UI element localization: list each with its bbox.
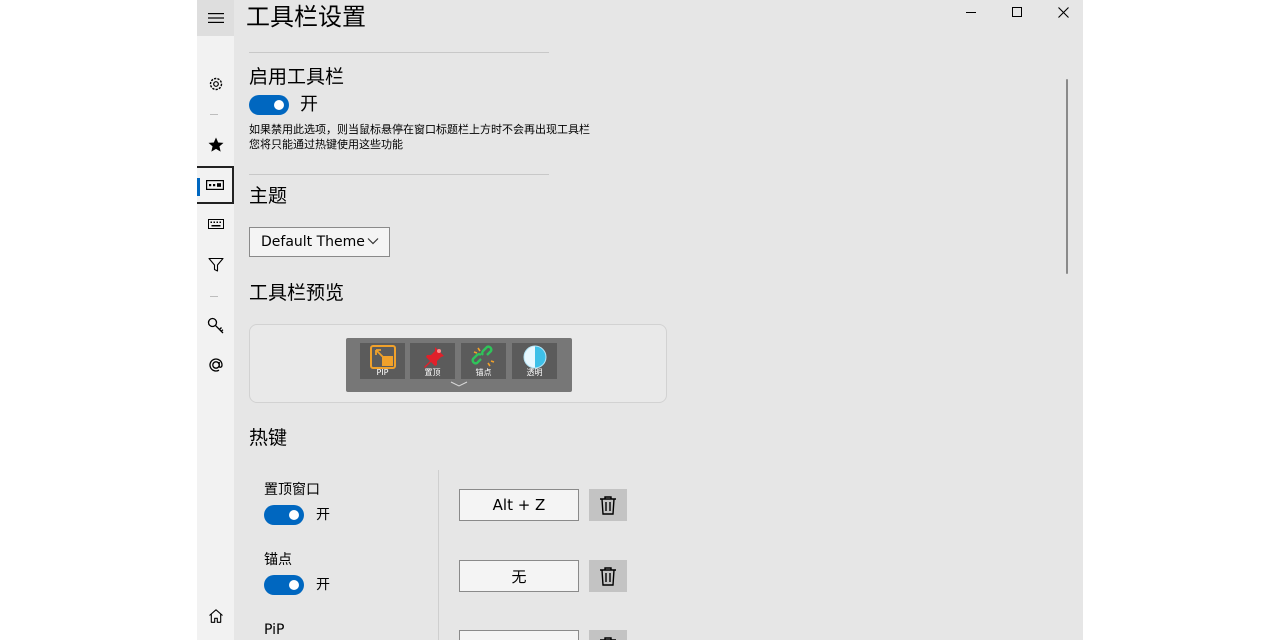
toolbar-pin-button[interactable]: 置顶	[410, 343, 455, 379]
home-icon	[208, 609, 223, 623]
maximize-icon	[1012, 7, 1022, 17]
hotkey-pip-input[interactable]	[459, 630, 579, 640]
close-button[interactable]	[1040, 0, 1083, 24]
toolbar-anchor-button[interactable]: 锚点	[461, 343, 506, 379]
key-icon	[207, 317, 223, 334]
theme-heading: 主题	[249, 185, 288, 207]
enable-toolbar-description: 您将只能通过热键使用这些功能	[249, 138, 403, 151]
toolbar-anchor-label: 锚点	[475, 368, 492, 377]
nav-separator	[210, 296, 218, 297]
preview-heading: 工具栏预览	[249, 282, 345, 304]
chevron-down-icon[interactable]	[450, 381, 468, 387]
minimize-button[interactable]	[948, 0, 994, 24]
anchor-link-icon	[471, 345, 494, 367]
transparency-icon	[523, 345, 546, 369]
section-divider	[249, 52, 549, 53]
hotkey-pin-delete-button[interactable]	[589, 489, 627, 521]
hotkey-pip-delete-button[interactable]	[589, 630, 627, 640]
nav-item-favorites[interactable]	[197, 126, 234, 164]
hotkey-pin-toggle[interactable]	[264, 505, 304, 525]
hotkey-name: PiP	[264, 622, 285, 638]
chevron-down-icon	[367, 238, 379, 245]
nav-item-general[interactable]	[197, 65, 234, 103]
gear-icon	[209, 77, 222, 91]
section-divider	[249, 174, 549, 175]
hotkeys-column-divider	[438, 470, 439, 640]
star-icon	[208, 137, 223, 152]
toolbar-pip-label: PIP	[376, 368, 389, 377]
enable-toolbar-state: 开	[300, 94, 318, 115]
toolbar-transparency-label: 透明	[526, 368, 543, 377]
enable-toolbar-heading: 启用工具栏	[249, 66, 345, 88]
nav-menu-button[interactable]	[197, 0, 234, 36]
keyboard-icon	[207, 219, 224, 229]
maximize-button[interactable]	[994, 0, 1040, 24]
nav-rail	[197, 0, 234, 640]
nav-item-filters[interactable]	[197, 246, 234, 284]
nav-item-toolbar[interactable]	[197, 166, 234, 204]
hamburger-menu-icon	[207, 13, 224, 23]
at-icon	[208, 358, 223, 372]
nav-item-about[interactable]	[197, 346, 234, 384]
nav-item-hotkeys[interactable]	[197, 205, 234, 243]
hotkey-state: 开	[316, 577, 330, 593]
toolbar-icon	[205, 180, 224, 190]
nav-item-license[interactable]	[197, 307, 234, 345]
pip-icon	[369, 345, 396, 369]
toolbar-preview: PIP 置顶 锚点 透明	[346, 338, 572, 392]
pin-icon	[423, 347, 444, 368]
close-icon	[1057, 6, 1069, 18]
hotkey-state: 开	[316, 507, 330, 523]
hotkey-name: 锚点	[264, 552, 292, 568]
scrollbar[interactable]	[1066, 79, 1068, 274]
toolbar-transparency-button[interactable]: 透明	[512, 343, 557, 379]
theme-dropdown[interactable]: Default Theme	[249, 227, 390, 257]
toolbar-pin-label: 置顶	[424, 368, 441, 377]
filter-icon	[207, 257, 224, 272]
trash-icon	[600, 496, 616, 515]
hotkey-pin-input[interactable]: Alt + Z	[459, 489, 579, 521]
nav-separator	[210, 114, 218, 115]
hotkey-anchor-toggle[interactable]	[264, 575, 304, 595]
hotkey-name: 置顶窗口	[264, 482, 320, 498]
hotkey-anchor-delete-button[interactable]	[589, 560, 627, 592]
page-title: 工具栏设置	[246, 3, 366, 31]
trash-icon	[600, 567, 616, 586]
settings-window: 工具栏设置 启用工具栏 开 如果禁用此选项，则当鼠标悬停在窗口标题栏上方时不会再…	[197, 0, 1083, 640]
trash-icon	[600, 637, 616, 640]
hotkey-anchor-input[interactable]: 无	[459, 560, 579, 592]
toolbar-pip-button[interactable]: PIP	[360, 343, 405, 379]
enable-toolbar-description: 如果禁用此选项，则当鼠标悬停在窗口标题栏上方时不会再出现工具栏	[249, 123, 590, 136]
nav-item-home[interactable]	[197, 597, 234, 635]
enable-toolbar-toggle[interactable]	[249, 95, 289, 115]
minimize-icon	[966, 12, 976, 13]
theme-dropdown-value: Default Theme	[261, 234, 365, 250]
hotkeys-heading: 热键	[249, 427, 288, 449]
